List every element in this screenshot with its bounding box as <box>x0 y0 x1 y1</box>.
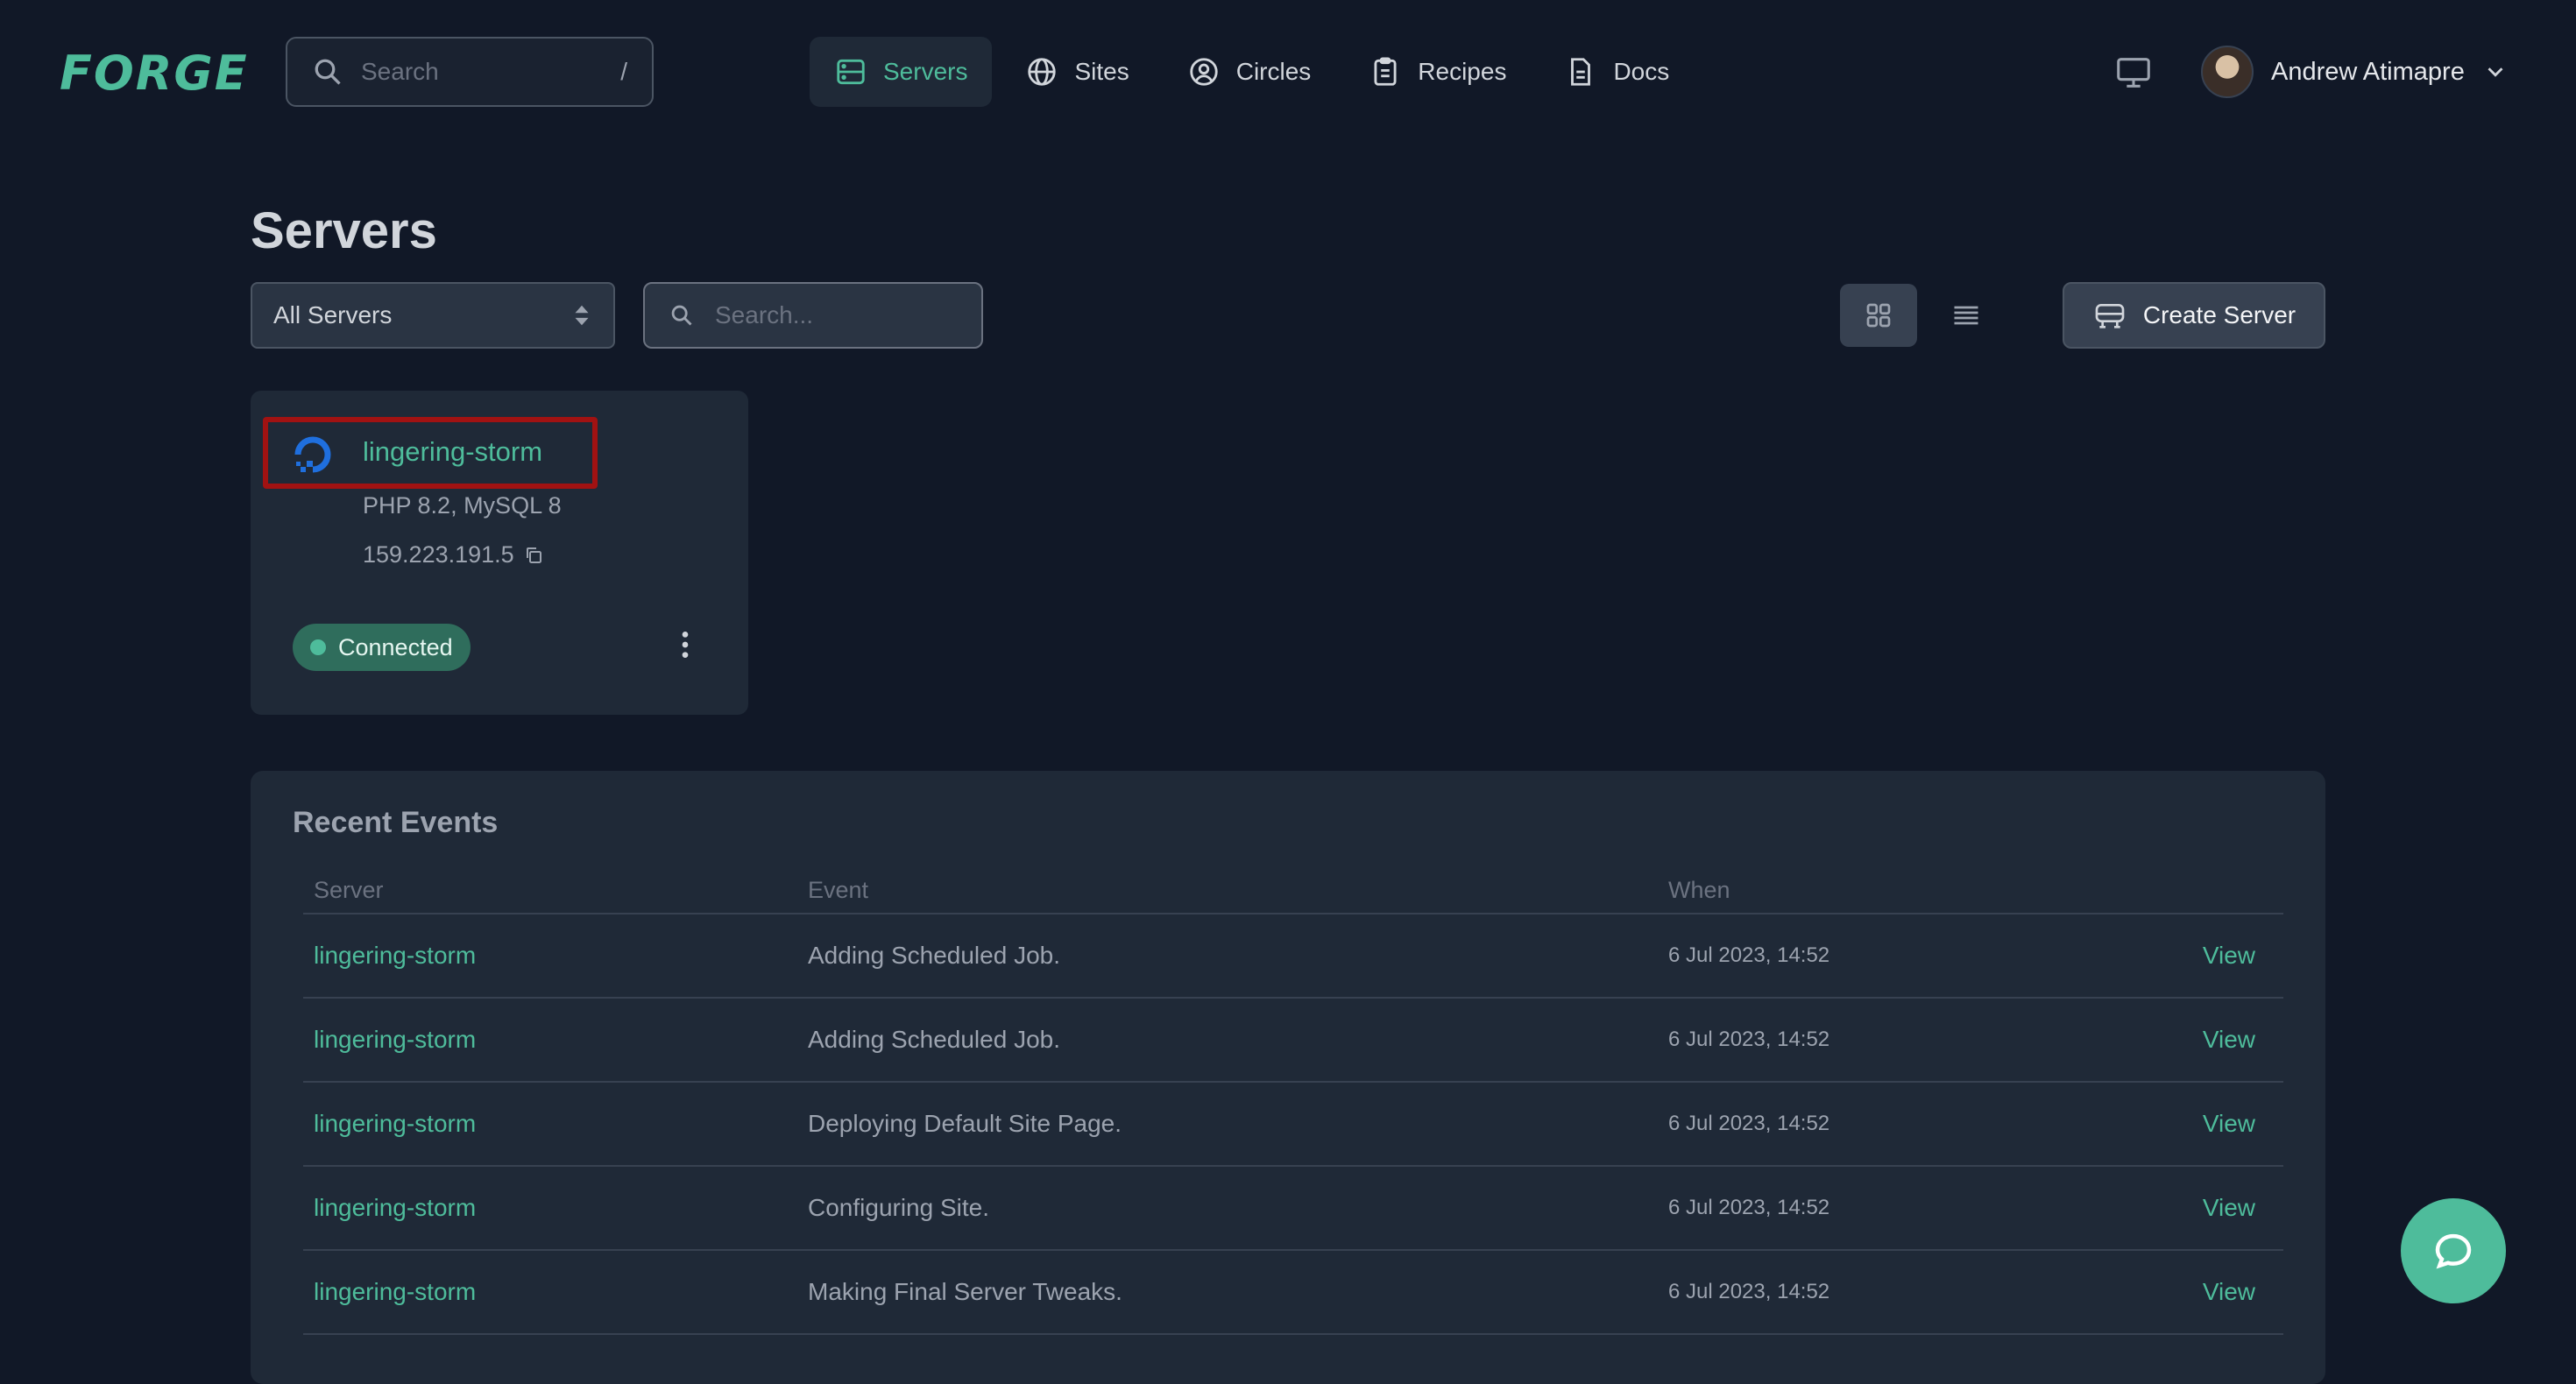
event-time: 6 Jul 2023, 14:52 <box>1668 1027 1830 1051</box>
nav-sites[interactable]: Sites <box>1001 37 1153 107</box>
events-table-header: Server Event When <box>303 867 2283 914</box>
nav-recipes-label: Recipes <box>1418 58 1507 85</box>
status-dot <box>310 639 326 655</box>
nav-sites-label: Sites <box>1074 58 1129 85</box>
avatar <box>2201 46 2254 98</box>
col-event: Event <box>808 876 869 903</box>
event-view-link[interactable]: View <box>2176 1110 2283 1138</box>
copy-icon[interactable] <box>523 545 544 566</box>
search-shortcut-hint: / <box>620 58 627 85</box>
event-view-link[interactable]: View <box>2176 1194 2283 1222</box>
monitor-icon[interactable] <box>2113 53 2154 93</box>
event-server-link[interactable]: lingering-storm <box>303 1110 808 1138</box>
forge-logo[interactable]: FORGE <box>60 46 249 101</box>
event-server-link[interactable]: lingering-storm <box>303 1278 808 1306</box>
main-nav: Servers Sites Circles Recipes Docs <box>810 37 1702 107</box>
event-view-link[interactable]: View <box>2176 942 2283 970</box>
event-server-link[interactable]: lingering-storm <box>303 1026 808 1054</box>
top-navbar: FORGE Search / Servers Sites Circles Rec… <box>0 0 2576 144</box>
chevron-down-icon <box>2488 67 2503 77</box>
event-time: 6 Jul 2023, 14:52 <box>1668 1112 1830 1135</box>
nav-servers-label: Servers <box>883 58 968 85</box>
event-description: Configuring Site. <box>808 1194 990 1221</box>
user-circle-icon <box>1190 58 1218 86</box>
globe-icon <box>1028 58 1057 86</box>
table-row: lingering-storm Making Final Server Twea… <box>303 1251 2283 1335</box>
nav-docs-label: Docs <box>1613 58 1670 85</box>
nav-recipes[interactable]: Recipes <box>1344 37 1531 107</box>
event-server-link[interactable]: lingering-storm <box>303 942 808 970</box>
server-search-placeholder: Search... <box>715 301 814 328</box>
table-row: lingering-storm Adding Scheduled Job. 6 … <box>303 914 2283 999</box>
server-ip: 159.223.191.5 <box>363 541 544 568</box>
global-search-input[interactable]: Search / <box>286 37 654 107</box>
status-label: Connected <box>338 633 453 660</box>
document-icon <box>1571 58 1591 86</box>
clipboard-icon <box>1374 57 1397 86</box>
support-chat-button[interactable] <box>2401 1198 2506 1303</box>
grid-view-toggle[interactable] <box>1840 284 1917 347</box>
server-filter-value: All Servers <box>273 301 393 328</box>
event-server-link[interactable]: lingering-storm <box>303 1194 808 1222</box>
server-name-link[interactable]: lingering-storm <box>363 436 542 468</box>
chat-bubble-icon <box>2435 1233 2472 1269</box>
status-badge: Connected <box>293 624 471 671</box>
list-icon <box>1954 306 1978 325</box>
page-title: Servers <box>251 202 437 259</box>
search-icon <box>671 305 692 326</box>
event-time: 6 Jul 2023, 14:52 <box>1668 943 1830 967</box>
list-view-toggle[interactable] <box>1928 284 2005 347</box>
event-description: Adding Scheduled Job. <box>808 1026 1060 1053</box>
user-menu[interactable]: Andrew Atimapre <box>2201 44 2509 100</box>
event-description: Making Final Server Tweaks. <box>808 1278 1122 1305</box>
server-search-input[interactable]: Search... <box>643 282 983 349</box>
search-placeholder: Search <box>361 58 439 85</box>
event-time: 6 Jul 2023, 14:52 <box>1668 1280 1830 1303</box>
nav-circles-label: Circles <box>1235 58 1312 85</box>
select-arrows-icon <box>575 305 589 326</box>
event-description: Adding Scheduled Job. <box>808 942 1060 969</box>
events-table: Server Event When lingering-storm Adding… <box>303 867 2283 1335</box>
more-vertical-icon[interactable] <box>668 627 703 662</box>
user-name: Andrew Atimapre <box>2271 57 2465 86</box>
col-when: When <box>1668 876 1730 903</box>
search-icon <box>315 59 341 85</box>
table-row: lingering-storm Deploying Default Site P… <box>303 1083 2283 1167</box>
create-server-button[interactable]: Create Server <box>2063 282 2325 349</box>
server-ip-value: 159.223.191.5 <box>363 541 514 568</box>
event-time: 6 Jul 2023, 14:52 <box>1668 1196 1830 1219</box>
table-row: lingering-storm Configuring Site. 6 Jul … <box>303 1167 2283 1251</box>
table-row: lingering-storm Adding Scheduled Job. 6 … <box>303 999 2283 1083</box>
server-filter-select[interactable]: All Servers <box>251 282 615 349</box>
server-icon <box>837 59 865 85</box>
digitalocean-icon <box>294 436 331 473</box>
nav-servers[interactable]: Servers <box>810 37 993 107</box>
nav-circles[interactable]: Circles <box>1163 37 1336 107</box>
create-server-label: Create Server <box>2142 301 2296 328</box>
recent-events-panel: Recent Events Server Event When lingerin… <box>251 771 2325 1384</box>
server-card[interactable]: lingering-storm PHP 8.2, MySQL 8 159.223… <box>251 391 748 715</box>
server-add-icon <box>2095 304 2125 328</box>
col-server: Server <box>314 876 384 903</box>
event-description: Deploying Default Site Page. <box>808 1110 1122 1137</box>
event-view-link[interactable]: View <box>2176 1026 2283 1054</box>
grid-icon <box>1866 303 1891 328</box>
recent-events-title: Recent Events <box>293 806 499 839</box>
nav-docs[interactable]: Docs <box>1539 37 1694 107</box>
server-stack: PHP 8.2, MySQL 8 <box>363 492 562 519</box>
event-view-link[interactable]: View <box>2176 1278 2283 1306</box>
